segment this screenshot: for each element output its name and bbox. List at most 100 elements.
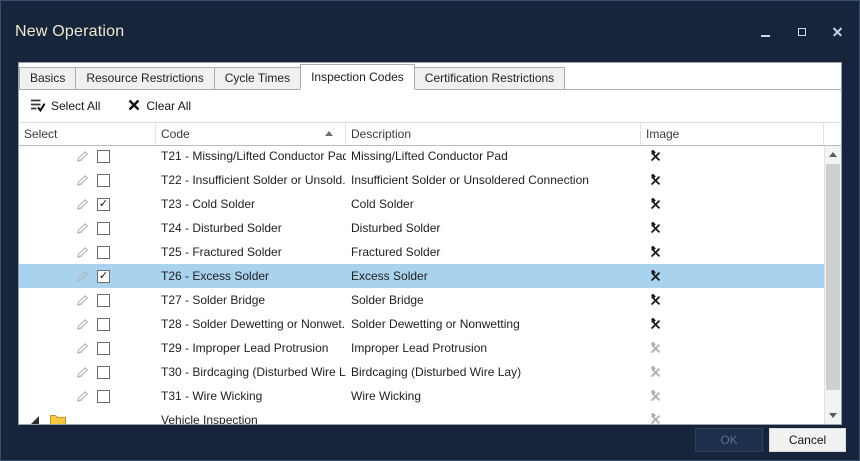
column-header-label: Description	[351, 127, 411, 141]
edit-pencil-icon	[76, 294, 89, 307]
code-cell: T21 - Missing/Lifted Conductor Pad	[156, 149, 346, 163]
table-row[interactable]: T31 - Wire WickingWire Wicking	[19, 384, 824, 408]
cancel-button[interactable]: Cancel	[769, 428, 846, 452]
row-checkbox[interactable]	[97, 390, 110, 403]
maximize-icon	[798, 28, 806, 36]
row-checkbox[interactable]	[97, 174, 110, 187]
tab-strip: BasicsResource RestrictionsCycle TimesIn…	[19, 63, 841, 90]
tab-cycle-times[interactable]: Cycle Times	[214, 67, 301, 89]
edit-pencil-icon	[76, 198, 89, 211]
table-row[interactable]: T21 - Missing/Lifted Conductor PadMissin…	[19, 146, 824, 168]
column-header-label: Image	[646, 127, 679, 141]
clear-all-icon	[128, 99, 140, 114]
image-cell	[641, 342, 824, 355]
window-title: New Operation	[15, 23, 124, 41]
code-cell: T30 - Birdcaging (Disturbed Wire L...	[156, 365, 346, 379]
table-row[interactable]: T29 - Improper Lead ProtrusionImproper L…	[19, 336, 824, 360]
grid-body: T21 - Missing/Lifted Conductor PadMissin…	[19, 146, 841, 424]
description-cell: Improper Lead Protrusion	[346, 341, 641, 355]
maximize-button[interactable]	[796, 26, 808, 38]
vertical-scrollbar[interactable]	[824, 146, 841, 424]
row-checkbox[interactable]	[97, 342, 110, 355]
description-cell: Missing/Lifted Conductor Pad	[346, 149, 641, 163]
select-cell: ✓	[19, 270, 156, 283]
clear-all-button[interactable]: Clear All	[128, 99, 191, 114]
row-checkbox[interactable]	[97, 294, 110, 307]
column-header-code[interactable]: Code	[156, 123, 346, 145]
column-header-image[interactable]: Image	[641, 123, 824, 145]
code-cell: T22 - Insufficient Solder or Unsold...	[156, 173, 346, 187]
row-checkbox[interactable]	[97, 222, 110, 235]
image-icon	[649, 174, 662, 187]
edit-pencil-icon	[76, 246, 89, 259]
table-row[interactable]: T24 - Disturbed SolderDisturbed Solder	[19, 216, 824, 240]
column-header-description[interactable]: Description	[346, 123, 641, 145]
image-icon	[649, 413, 662, 424]
scroll-down-button[interactable]	[825, 407, 841, 424]
row-checkbox[interactable]	[97, 150, 110, 163]
close-button[interactable]	[832, 26, 844, 38]
image-cell	[641, 150, 824, 163]
description-cell: Wire Wicking	[346, 389, 641, 403]
expand-collapse-icon[interactable]	[30, 416, 39, 424]
row-checkbox[interactable]: ✓	[97, 198, 110, 211]
select-cell	[19, 222, 156, 235]
row-checkbox[interactable]	[97, 366, 110, 379]
description-cell: Solder Dewetting or Nonwetting	[346, 317, 641, 331]
row-checkbox[interactable]	[97, 246, 110, 259]
edit-pencil-icon	[76, 270, 89, 283]
edit-pencil-icon	[76, 390, 89, 403]
minimize-icon	[761, 35, 770, 37]
select-cell	[19, 294, 156, 307]
edit-pencil-icon	[76, 366, 89, 379]
select-cell	[19, 174, 156, 187]
table-row[interactable]: ✓T23 - Cold SolderCold Solder	[19, 192, 824, 216]
description-cell: Birdcaging (Disturbed Wire Lay)	[346, 365, 641, 379]
table-row[interactable]: T25 - Fractured SolderFractured Solder	[19, 240, 824, 264]
edit-pencil-icon	[76, 174, 89, 187]
code-cell: T23 - Cold Solder	[156, 197, 346, 211]
grid-rows: T21 - Missing/Lifted Conductor PadMissin…	[19, 146, 824, 424]
code-cell: T31 - Wire Wicking	[156, 389, 346, 403]
image-icon	[649, 270, 662, 283]
table-row[interactable]: T27 - Solder BridgeSolder Bridge	[19, 288, 824, 312]
tab-inspection-codes[interactable]: Inspection Codes	[300, 64, 415, 90]
scroll-up-button[interactable]	[825, 146, 841, 163]
description-cell: Disturbed Solder	[346, 221, 641, 235]
image-cell	[641, 366, 824, 379]
description-cell: Solder Bridge	[346, 293, 641, 307]
group-row[interactable]: Vehicle Inspection	[19, 408, 824, 424]
edit-pencil-icon	[76, 222, 89, 235]
table-row[interactable]: T28 - Solder Dewetting or Nonwet...Solde…	[19, 312, 824, 336]
description-cell: Insufficient Solder or Unsoldered Connec…	[346, 173, 641, 187]
ok-button[interactable]: OK	[695, 428, 763, 452]
image-icon	[649, 342, 662, 355]
column-header-label: Select	[24, 127, 57, 141]
tab-certification-restrictions[interactable]: Certification Restrictions	[414, 67, 565, 89]
code-cell: T28 - Solder Dewetting or Nonwet...	[156, 317, 346, 331]
table-row[interactable]: ✓T26 - Excess SolderExcess Solder	[19, 264, 824, 288]
row-checkbox[interactable]	[97, 318, 110, 331]
titlebar: New Operation	[0, 0, 860, 50]
image-cell	[641, 390, 824, 403]
select-all-button[interactable]: Select All	[31, 98, 100, 115]
tab-resource-restrictions[interactable]: Resource Restrictions	[75, 67, 214, 89]
table-row[interactable]: T22 - Insufficient Solder or Unsold...In…	[19, 168, 824, 192]
select-cell	[19, 342, 156, 355]
image-cell	[641, 222, 824, 235]
row-checkbox[interactable]: ✓	[97, 270, 110, 283]
image-cell	[641, 246, 824, 259]
scroll-up-icon	[829, 152, 837, 157]
table-row[interactable]: T30 - Birdcaging (Disturbed Wire L...Bir…	[19, 360, 824, 384]
edit-pencil-icon	[76, 342, 89, 355]
select-all-label: Select All	[51, 99, 100, 113]
minimize-button[interactable]	[760, 26, 772, 38]
grid-toolbar: Select All Clear All	[19, 90, 841, 123]
scrollbar-thumb[interactable]	[826, 164, 840, 390]
select-cell	[19, 318, 156, 331]
description-cell: Fractured Solder	[346, 245, 641, 259]
tab-basics[interactable]: Basics	[19, 67, 76, 89]
column-header-select[interactable]: Select	[19, 123, 156, 145]
edit-pencil-icon	[76, 150, 89, 163]
image-cell	[641, 198, 824, 211]
